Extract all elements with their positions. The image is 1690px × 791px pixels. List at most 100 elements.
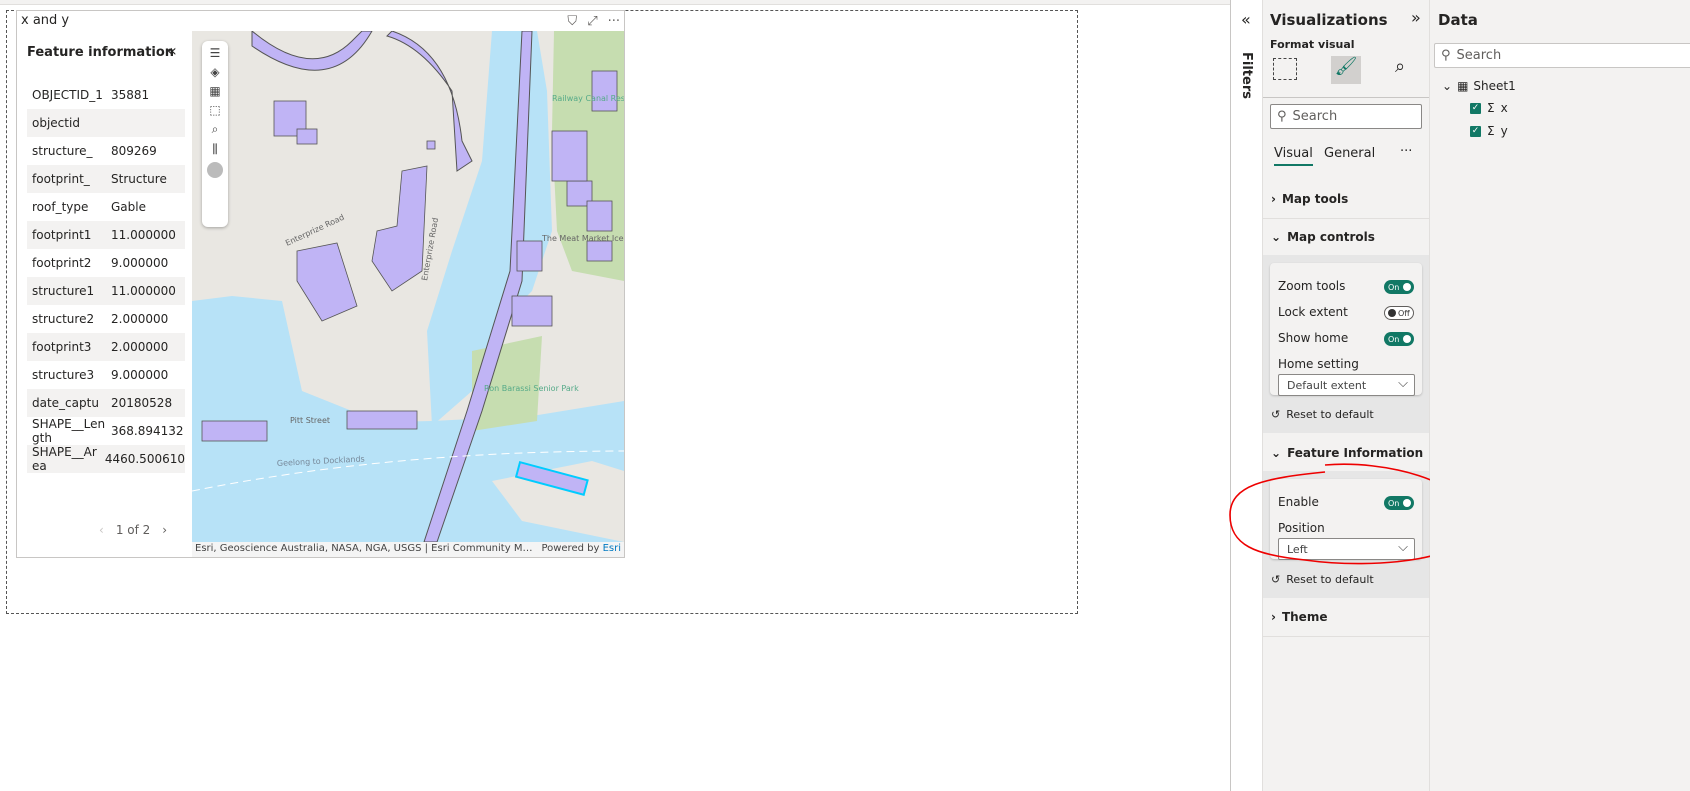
- attribute-name: footprint3: [32, 340, 92, 354]
- tab-general[interactable]: General: [1324, 146, 1375, 161]
- field-name: x: [1500, 101, 1508, 115]
- show-home-label: Show home: [1278, 331, 1349, 345]
- attribute-row: footprint2 9.000000: [27, 249, 185, 277]
- qr-select-icon[interactable]: ▦: [209, 84, 220, 98]
- search-placeholder: Search: [1292, 109, 1338, 124]
- search-placeholder: Search: [1456, 48, 1502, 63]
- reference-layer-icon[interactable]: ⫼: [212, 142, 218, 157]
- section-theme[interactable]: › Theme: [1263, 599, 1429, 635]
- chevron-down-icon: ⌄: [1271, 446, 1282, 460]
- section-label: Feature Information: [1287, 446, 1424, 460]
- chevron-down-icon: ⌄: [1442, 79, 1453, 93]
- reset-to-default-button[interactable]: ↺ Reset to default: [1271, 573, 1374, 586]
- attribute-value: 2.000000: [111, 340, 169, 354]
- field-name: y: [1500, 124, 1508, 138]
- sum-icon: Σ: [1487, 124, 1495, 138]
- expand-icon[interactable]: »: [1411, 8, 1421, 27]
- analytics-icon[interactable]: ⌕: [1395, 56, 1405, 77]
- table-icon: ▦: [1457, 79, 1469, 93]
- icehouse-label: The Meat Market Icehouse: [541, 234, 624, 243]
- checkbox-checked-icon[interactable]: ✓: [1470, 102, 1481, 114]
- home-setting-label: Home setting: [1278, 357, 1359, 371]
- attribute-value: 20180528: [111, 396, 173, 410]
- rectangle-select-icon[interactable]: ⬚: [209, 103, 220, 117]
- chevron-right-icon: ›: [1271, 610, 1276, 624]
- search-icon[interactable]: ⌕: [212, 122, 219, 137]
- esri-link[interactable]: Esri: [603, 543, 621, 554]
- format-visual-icon[interactable]: 🖌: [1331, 56, 1361, 84]
- home-setting-dropdown[interactable]: Default extent: [1278, 374, 1415, 396]
- street-label: Pitt Street: [290, 416, 330, 425]
- attribute-name: structure3: [32, 368, 95, 382]
- viz-search-input[interactable]: ⚲ Search: [1270, 104, 1422, 129]
- attribute-row: footprint1 11.000000: [27, 221, 185, 249]
- attribute-row: date_captu 20180528: [27, 389, 185, 417]
- attribute-value: 11.000000: [111, 228, 176, 242]
- map-attribution: Esri, Geoscience Australia, NASA, NGA, U…: [192, 542, 624, 557]
- next-page-button[interactable]: ›: [162, 523, 167, 537]
- attribute-value: 35881: [111, 88, 150, 102]
- collapse-icon[interactable]: «: [167, 41, 177, 60]
- search-icon: ⚲: [1441, 48, 1451, 63]
- more-options-icon[interactable]: ···: [608, 14, 620, 29]
- attribution-text: Esri, Geoscience Australia, NASA, NGA, U…: [195, 543, 537, 554]
- attribute-row: structure2 2.000000: [27, 305, 185, 333]
- attribute-name: OBJECTID_1: [32, 88, 103, 102]
- attribute-value: 9.000000: [111, 368, 169, 382]
- attribute-name: structure2: [32, 312, 95, 326]
- attribute-row: structure3 9.000000: [27, 361, 185, 389]
- reset-label: Reset to default: [1286, 573, 1374, 586]
- map-controls-card: Zoom tools On Lock extent Off Show home …: [1270, 263, 1422, 396]
- filter-icon[interactable]: ⛉: [567, 14, 577, 29]
- checkbox-checked-icon[interactable]: ✓: [1470, 125, 1481, 137]
- feature-attribute-table: OBJECTID_1 35881 objectid structure_ 809269 f…: [27, 81, 185, 473]
- attribute-name: SHAPE__Length: [32, 417, 106, 445]
- section-map-tools[interactable]: › Map tools: [1263, 181, 1429, 217]
- attribute-name: roof_type: [32, 200, 89, 214]
- park-label: Ron Barassi Senior Park: [484, 384, 579, 393]
- focus-mode-icon[interactable]: ⤢: [587, 14, 597, 29]
- reset-icon: ↺: [1271, 573, 1281, 586]
- powered-by: Powered by: [541, 543, 603, 554]
- attribute-name: structure1: [32, 284, 95, 298]
- field-y[interactable]: ✓ Σy: [1470, 124, 1508, 138]
- lock-extent-label: Lock extent: [1278, 305, 1348, 319]
- attribute-row: footprint_ Structure: [27, 165, 185, 193]
- attribute-value: Gable: [111, 200, 146, 214]
- prev-page-button[interactable]: ‹: [99, 523, 104, 537]
- tab-visual[interactable]: Visual: [1274, 146, 1313, 166]
- chevron-right-icon: ›: [1271, 192, 1276, 206]
- map-tools: ☰ ◈ ▦ ⬚ ⌕ ⫼: [202, 41, 228, 227]
- page-indicator: 1 of 2: [115, 523, 151, 537]
- attribute-row: objectid: [27, 109, 185, 137]
- attribute-name: footprint_: [32, 172, 90, 186]
- field-x[interactable]: ✓ Σx: [1470, 101, 1508, 115]
- attribute-value: 809269: [111, 144, 157, 158]
- avatar-icon[interactable]: [207, 162, 223, 178]
- map-visual[interactable]: x and y ⛉ ⤢ ··· Feature information « OB…: [16, 10, 625, 558]
- more-options-icon[interactable]: ···: [1400, 144, 1412, 159]
- reset-to-default-button[interactable]: ↺ Reset to default: [1271, 408, 1374, 421]
- layers-icon[interactable]: ◈: [210, 65, 219, 79]
- attribute-value: 368.894132: [111, 424, 184, 438]
- zoom-tools-toggle[interactable]: On: [1384, 280, 1414, 294]
- viz-title: Visualizations: [1270, 11, 1388, 29]
- collapse-filters-icon[interactable]: «: [1241, 10, 1251, 29]
- section-label: Theme: [1281, 610, 1328, 624]
- table-sheet1[interactable]: ⌄ ▦ Sheet1: [1442, 79, 1516, 93]
- attribute-row: SHAPE__Area 4460.500610: [27, 445, 185, 473]
- map-area[interactable]: Enterprize Road Enterprize Road Railway …: [192, 31, 624, 542]
- filters-label[interactable]: Filters: [1239, 52, 1254, 99]
- data-search-input[interactable]: ⚲ Search: [1434, 43, 1690, 68]
- filters-pane[interactable]: « Filters: [1230, 0, 1262, 791]
- section-label: Map controls: [1287, 230, 1375, 244]
- menu-icon[interactable]: ☰: [210, 46, 221, 60]
- feature-info-title: Feature information: [27, 45, 175, 60]
- build-visual-icon[interactable]: [1273, 58, 1297, 80]
- show-home-toggle[interactable]: On: [1384, 332, 1414, 346]
- format-visual-label: Format visual: [1270, 38, 1355, 51]
- section-map-controls[interactable]: ⌄ Map controls: [1263, 219, 1429, 255]
- attribute-row: roof_type Gable: [27, 193, 185, 221]
- table-name: Sheet1: [1473, 79, 1516, 93]
- lock-extent-toggle[interactable]: Off: [1384, 306, 1414, 320]
